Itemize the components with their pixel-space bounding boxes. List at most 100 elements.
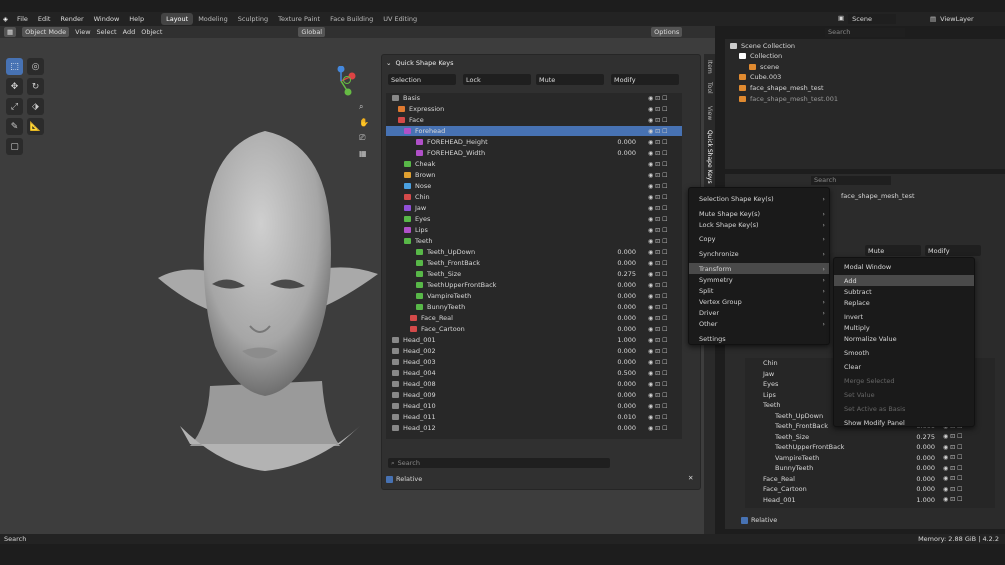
shape-key-row[interactable]: Face ◉ ⊡ ☐ [386,115,682,125]
shape-key-value[interactable]: 0.000 [606,138,636,146]
shape-key-value[interactable]: 0.000 [606,248,636,256]
menu-help[interactable]: Help [124,15,149,23]
outliner-search-input[interactable]: Search [825,28,905,37]
orientation-dropdown[interactable]: Global [298,27,326,37]
workspace-tab-face-building[interactable]: Face Building [325,13,378,25]
collapse-chevron-icon[interactable]: ⌄ [386,59,391,67]
props-shape-key-value[interactable]: 0.000 [905,475,935,483]
tab-quick-shape-keys[interactable]: Quick Shape Keys [706,130,713,184]
visibility-lock-icons[interactable]: ◉ ⊡ ☐ [648,315,670,322]
workspace-tab-modeling[interactable]: Modeling [193,13,233,25]
shape-key-value[interactable]: 0.000 [606,325,636,333]
workspace-tab-layout[interactable]: Layout [161,13,194,25]
props-shape-key-value[interactable]: 0.000 [905,443,935,451]
selection-filter-dropdown[interactable]: Selection [388,74,456,85]
props-shape-key-row[interactable]: Face_Cartoon 0.000 ◉ ⊡ ☐ [745,484,995,494]
props-shape-key-value[interactable]: 0.275 [905,433,935,441]
props-shape-key-value[interactable]: 1.000 [905,496,935,504]
view-layer-name[interactable]: ViewLayer [940,15,974,23]
transform-menu-item[interactable]: Subtract [834,286,974,297]
workspace-tab-uv-editing[interactable]: UV Editing [378,13,422,25]
props-shape-key-value[interactable]: 0.000 [905,485,935,493]
transform-menu-item[interactable]: Clear [834,361,974,372]
visibility-lock-icons[interactable]: ◉ ⊡ ☐ [648,205,670,212]
shape-key-row[interactable]: Head_003 0.000 ◉ ⊡ ☐ [386,357,682,367]
visibility-lock-icons[interactable]: ◉ ⊡ ☐ [648,172,670,179]
context-menu-item[interactable]: Driver › [689,307,829,318]
shape-key-row[interactable]: Teeth_FrontBack 0.000 ◉ ⊡ ☐ [386,258,682,268]
shape-key-row[interactable]: FOREHEAD_Width 0.000 ◉ ⊡ ☐ [386,148,682,158]
menu-window[interactable]: Window [89,15,125,23]
shape-key-value[interactable]: 0.000 [606,391,636,399]
head-model[interactable] [150,126,380,476]
outliner-collection[interactable]: Collection [739,51,782,61]
shape-key-value[interactable]: 0.000 [606,281,636,289]
menu-add[interactable]: Add [123,28,136,36]
transform-menu-item[interactable]: Multiply [834,322,974,333]
close-icon[interactable]: ✕ [688,474,693,482]
shape-key-row[interactable]: Head_011 0.010 ◉ ⊡ ☐ [386,412,682,422]
mute-filter-dropdown[interactable]: Mute [536,74,604,85]
shape-key-value[interactable]: 1.000 [606,336,636,344]
shape-key-value[interactable]: 0.275 [606,270,636,278]
transform-menu-item[interactable]: Merge Selected [834,375,974,386]
transform-menu-item[interactable]: Smooth [834,347,974,358]
shape-key-value[interactable]: 0.000 [606,424,636,432]
shape-key-value[interactable]: 0.000 [606,402,636,410]
visibility-lock-icons[interactable]: ◉ ⊡ ☐ [648,106,670,113]
visibility-lock-icons[interactable]: ◉ ⊡ ☐ [648,139,670,146]
props-shape-key-row[interactable]: TeethUpperFrontBack 0.000 ◉ ⊡ ☐ [745,442,995,452]
props-shape-key-value[interactable]: 0.000 [905,454,935,462]
visibility-lock-icons[interactable]: ◉ ⊡ ☐ [648,370,670,377]
outliner-face-shape-mesh-test-001[interactable]: face_shape_mesh_test.001 [739,94,838,104]
context-menu-item[interactable]: Symmetry › [689,274,829,285]
context-menu-item[interactable]: Copy › [689,233,829,244]
context-menu-item[interactable]: Split › [689,285,829,296]
shape-key-row[interactable]: Head_001 1.000 ◉ ⊡ ☐ [386,335,682,345]
workspace-tab-texture-paint[interactable]: Texture Paint [273,13,325,25]
menu-select[interactable]: Select [97,28,117,36]
shape-key-value[interactable]: 0.000 [606,380,636,388]
navigation-gizmo-icon[interactable] [326,66,356,96]
shape-key-value[interactable]: 0.000 [606,149,636,157]
shape-key-value[interactable]: 0.000 [606,314,636,322]
props-mute-dropdown[interactable]: Mute [865,245,921,256]
shape-key-value[interactable]: 0.000 [606,259,636,267]
props-shape-key-row[interactable]: BunnyTeeth 0.000 ◉ ⊡ ☐ [745,463,995,473]
relative-checkbox[interactable] [386,475,393,483]
transform-menu-item[interactable]: Replace [834,297,974,308]
shape-key-row[interactable]: Forehead ◉ ⊡ ☐ [386,126,682,136]
shape-key-row[interactable]: Face_Real 0.000 ◉ ⊡ ☐ [386,313,682,323]
visibility-lock-icons[interactable]: ◉ ⊡ ☐ [648,238,670,245]
shape-key-value[interactable]: 0.010 [606,413,636,421]
visibility-lock-icons[interactable]: ◉ ⊡ ☐ [648,260,670,267]
tab-tool[interactable]: Tool [706,82,713,94]
props-shape-key-row[interactable]: Face_Real 0.000 ◉ ⊡ ☐ [745,474,995,484]
visibility-lock-icons[interactable]: ◉ ⊡ ☐ [648,304,670,311]
shape-key-row[interactable]: Teeth_UpDown 0.000 ◉ ⊡ ☐ [386,247,682,257]
visibility-lock-icons[interactable]: ◉ ⊡ ☐ [648,249,670,256]
shape-key-row[interactable]: Head_002 0.000 ◉ ⊡ ☐ [386,346,682,356]
measure-tool-icon[interactable]: 📐 [27,118,44,135]
visibility-lock-icons[interactable]: ◉ ⊡ ☐ [648,194,670,201]
visibility-lock-icons[interactable]: ◉ ⊡ ☐ [648,337,670,344]
workspace-tab-sculpting[interactable]: Sculpting [233,13,273,25]
annotate-tool-icon[interactable]: ✎ [6,118,23,135]
menu-edit[interactable]: Edit [33,15,56,23]
props-shape-key-value[interactable]: 0.000 [905,464,935,472]
outliner-cube[interactable]: Cube.003 [739,72,781,82]
visibility-lock-icons[interactable]: ◉ ⊡ ☐ [648,381,670,388]
shape-key-row[interactable]: Eyes ◉ ⊡ ☐ [386,214,682,224]
shape-key-row[interactable]: Face_Cartoon 0.000 ◉ ⊡ ☐ [386,324,682,334]
menu-render[interactable]: Render [55,15,88,23]
shape-key-value[interactable]: 0.000 [606,292,636,300]
shape-key-row[interactable]: Brown ◉ ⊡ ☐ [386,170,682,180]
shape-key-row[interactable]: VampireTeeth 0.000 ◉ ⊡ ☐ [386,291,682,301]
rotate-tool-icon[interactable]: ↻ [27,78,44,95]
shape-key-row[interactable]: Chin ◉ ⊡ ☐ [386,192,682,202]
blender-logo-icon[interactable]: ◈ [3,15,8,23]
scale-tool-icon[interactable]: ⤢ [6,98,23,115]
cursor-tool-icon[interactable]: ◎ [27,58,44,75]
visibility-lock-icons[interactable]: ◉ ⊡ ☐ [648,183,670,190]
shape-key-row[interactable]: Teeth_Size 0.275 ◉ ⊡ ☐ [386,269,682,279]
